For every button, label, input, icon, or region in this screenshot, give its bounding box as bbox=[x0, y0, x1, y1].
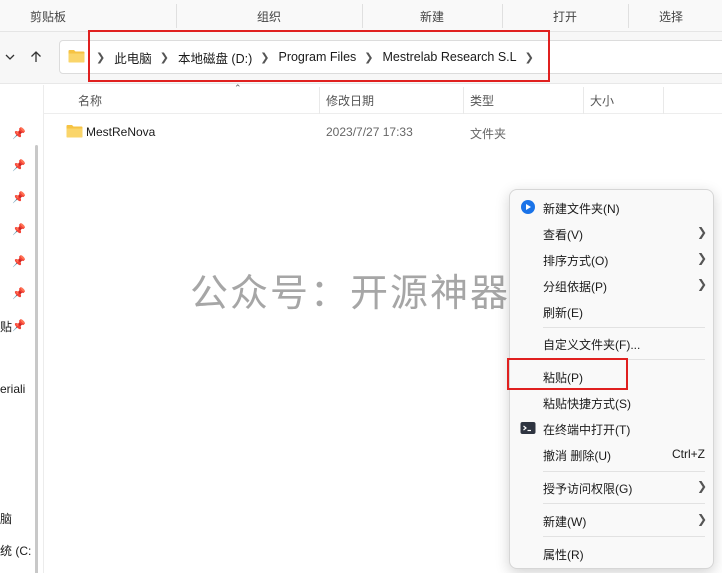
nav-item-materials[interactable]: eriali bbox=[0, 382, 25, 396]
menu-separator bbox=[543, 536, 705, 537]
menu-item-refresh[interactable]: 刷新(E) bbox=[510, 298, 715, 324]
file-list-header: ⌃ 名称 修改日期 类型 大小 bbox=[44, 83, 722, 114]
context-menu: 新建文件夹(N) 查看(V) ❯ 排序方式(O) ❯ 分组依据(P) ❯ 刷新(… bbox=[509, 189, 714, 569]
ribbon-group-new[interactable]: 新建 bbox=[362, 0, 502, 32]
breadcrumb-item-program-files[interactable]: Program Files bbox=[278, 50, 356, 64]
menu-separator bbox=[543, 327, 705, 328]
chevron-right-icon[interactable]: ❯ bbox=[160, 51, 169, 64]
column-header-modified[interactable]: 修改日期 bbox=[326, 92, 374, 109]
ribbon-group-organize[interactable]: 组织 bbox=[176, 0, 362, 32]
menu-label: 新建文件夹(N) bbox=[543, 202, 620, 216]
column-header-name[interactable]: 名称 bbox=[78, 92, 102, 109]
new-folder-icon bbox=[521, 200, 535, 214]
nav-item-this-pc[interactable]: 脑 bbox=[0, 510, 12, 527]
chevron-right-icon[interactable]: ❯ bbox=[364, 51, 373, 64]
menu-label: 自定义文件夹(F)... bbox=[543, 338, 641, 352]
chevron-right-icon: ❯ bbox=[696, 512, 707, 526]
menu-label: 分组依据(P) bbox=[543, 280, 607, 294]
menu-item-properties[interactable]: 属性(R) bbox=[510, 540, 715, 566]
address-row: ❯ 此电脑 ❯ 本地磁盘 (D:) ❯ Program Files ❯ Mest… bbox=[0, 32, 722, 84]
breadcrumb: ❯ 此电脑 ❯ 本地磁盘 (D:) ❯ Program Files ❯ Mest… bbox=[88, 41, 543, 73]
pin-icon[interactable]: 📌 bbox=[12, 319, 26, 332]
pin-icon[interactable]: 📌 bbox=[12, 127, 26, 140]
folder-icon bbox=[68, 50, 85, 63]
nav-scrollbar[interactable] bbox=[35, 145, 38, 573]
chevron-down-icon[interactable] bbox=[0, 46, 20, 68]
menu-label: 新建(W) bbox=[543, 515, 587, 529]
chevron-right-icon: ❯ bbox=[696, 277, 707, 291]
up-arrow-icon[interactable] bbox=[26, 46, 46, 68]
terminal-icon bbox=[520, 422, 536, 434]
file-name[interactable]: MestReNova bbox=[86, 125, 155, 139]
menu-label: 属性(R) bbox=[543, 548, 584, 562]
breadcrumb-item-this-pc[interactable]: 此电脑 bbox=[114, 48, 152, 67]
column-header-size[interactable]: 大小 bbox=[590, 92, 614, 109]
ribbon-group-select[interactable]: 选择 bbox=[628, 0, 714, 32]
chevron-right-icon[interactable]: ❯ bbox=[525, 51, 534, 64]
menu-label: 排序方式(O) bbox=[543, 254, 609, 268]
folder-icon bbox=[66, 125, 83, 138]
menu-item-new-folder[interactable]: 新建文件夹(N) bbox=[510, 194, 715, 220]
pin-icon[interactable]: 📌 bbox=[12, 223, 26, 236]
menu-item-open-in-terminal[interactable]: 在终端中打开(T) bbox=[510, 415, 715, 441]
breadcrumb-item-mestrelab[interactable]: Mestrelab Research S.L bbox=[383, 50, 517, 64]
column-divider[interactable] bbox=[463, 87, 464, 114]
chevron-right-icon: ❯ bbox=[696, 225, 707, 239]
shortcut-label: Ctrl+Z bbox=[672, 447, 705, 461]
ribbon-bar: 剪贴板 组织 新建 打开 选择 bbox=[0, 0, 722, 32]
file-row[interactable]: MestReNova 2023/7/27 17:33 文件夹 bbox=[60, 119, 722, 145]
navigation-pane: 📌 📌 📌 📌 📌 📌 贴 📌 eriali 脑 统 (C: bbox=[0, 85, 44, 573]
ribbon-group-clipboard[interactable]: 剪贴板 bbox=[0, 0, 96, 32]
pin-icon[interactable]: 📌 bbox=[12, 191, 26, 204]
menu-separator bbox=[543, 471, 705, 472]
ribbon-group-open[interactable]: 打开 bbox=[502, 0, 628, 32]
menu-label: 查看(V) bbox=[543, 228, 583, 242]
menu-item-group-by[interactable]: 分组依据(P) ❯ bbox=[510, 272, 715, 298]
breadcrumb-item-drive-d[interactable]: 本地磁盘 (D:) bbox=[178, 48, 252, 67]
menu-label: 撤消 删除(U) bbox=[543, 449, 611, 463]
column-divider[interactable] bbox=[319, 87, 320, 114]
nav-item-system-c[interactable]: 统 (C: bbox=[0, 542, 31, 559]
column-header-type[interactable]: 类型 bbox=[470, 92, 494, 109]
chevron-right-icon[interactable]: ❯ bbox=[260, 51, 269, 64]
chevron-right-icon[interactable]: ❯ bbox=[96, 51, 105, 64]
menu-item-sort-by[interactable]: 排序方式(O) ❯ bbox=[510, 246, 715, 272]
menu-separator bbox=[543, 359, 705, 360]
column-divider[interactable] bbox=[583, 87, 584, 114]
menu-label: 粘贴快捷方式(S) bbox=[543, 397, 631, 411]
nav-item-paste[interactable]: 贴 bbox=[0, 318, 12, 335]
menu-item-paste[interactable]: 粘贴(P) bbox=[510, 363, 715, 389]
watermark-text: 公众号：开源神器 bbox=[190, 271, 511, 315]
file-modified-date: 2023/7/27 17:33 bbox=[326, 125, 413, 139]
chevron-right-icon: ❯ bbox=[696, 479, 707, 493]
menu-label: 刷新(E) bbox=[543, 306, 583, 320]
column-divider[interactable] bbox=[663, 87, 664, 114]
chevron-right-icon: ❯ bbox=[696, 251, 707, 265]
menu-item-undo-delete[interactable]: 撤消 删除(U) Ctrl+Z bbox=[510, 441, 715, 467]
pin-icon[interactable]: 📌 bbox=[12, 159, 26, 172]
menu-separator bbox=[543, 503, 705, 504]
sort-ascending-icon: ⌃ bbox=[234, 83, 242, 93]
menu-label: 在终端中打开(T) bbox=[543, 423, 631, 437]
menu-item-paste-shortcut[interactable]: 粘贴快捷方式(S) bbox=[510, 389, 715, 415]
menu-item-grant-access[interactable]: 授予访问权限(G) ❯ bbox=[510, 474, 715, 500]
address-bar[interactable]: ❯ 此电脑 ❯ 本地磁盘 (D:) ❯ Program Files ❯ Mest… bbox=[59, 40, 722, 74]
menu-item-view[interactable]: 查看(V) ❯ bbox=[510, 220, 715, 246]
pin-icon[interactable]: 📌 bbox=[12, 255, 26, 268]
file-type: 文件夹 bbox=[470, 127, 507, 141]
menu-item-new[interactable]: 新建(W) ❯ bbox=[510, 507, 715, 533]
menu-label: 授予访问权限(G) bbox=[543, 482, 633, 496]
pin-icon[interactable]: 📌 bbox=[12, 287, 26, 300]
menu-item-customize-folder[interactable]: 自定义文件夹(F)... bbox=[510, 330, 715, 356]
menu-label: 粘贴(P) bbox=[543, 371, 583, 385]
